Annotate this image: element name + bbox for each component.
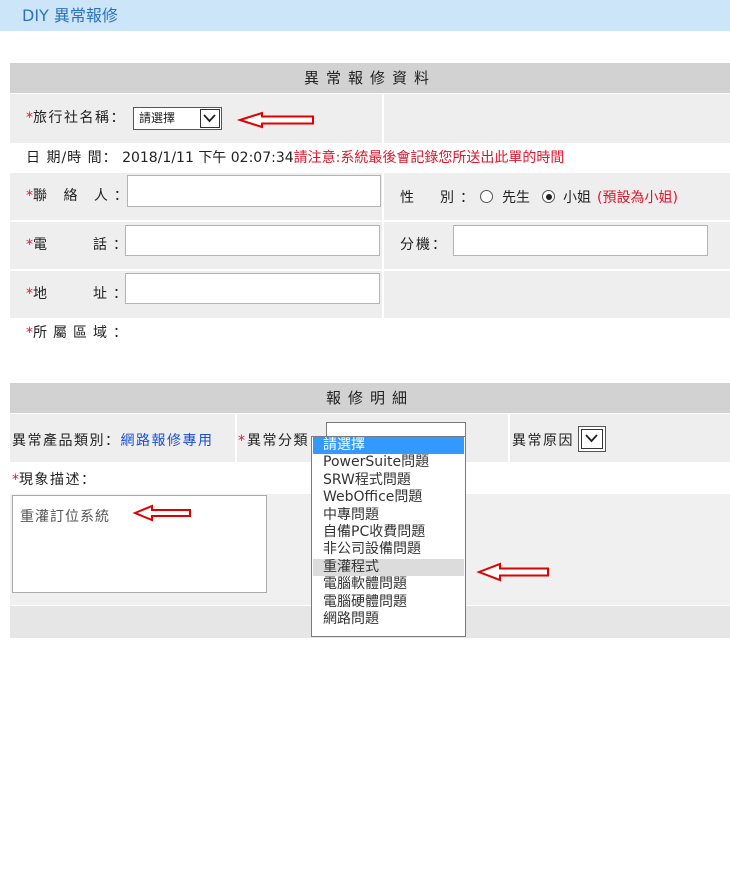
reason-select[interactable] [578, 426, 606, 452]
description-textarea[interactable]: 重灌訂位系統 [12, 495, 267, 593]
dropdown-option[interactable]: SRW程式問題 [313, 472, 464, 489]
dropdown-option[interactable]: WebOffice問題 [313, 489, 464, 506]
gender-default-note: (預設為小姐) [597, 189, 678, 206]
dropdown-option[interactable]: 電腦硬體問題 [313, 594, 464, 611]
required-mark: * [26, 325, 33, 341]
extension-label: 分機： [400, 237, 448, 253]
required-mark: * [12, 472, 19, 488]
agency-select-value: 請選擇 [139, 111, 176, 125]
dropdown-option[interactable]: 非公司設備問題 [313, 541, 464, 558]
page-title: DIY 異常報修 [22, 6, 118, 25]
datetime-notice: 請注意:系統最後會記錄您所送出此單的時間 [293, 150, 565, 166]
chevron-down-icon[interactable] [200, 109, 220, 128]
extension-input[interactable] [453, 225, 708, 256]
description-label: 現象描述： [19, 472, 97, 488]
agency-row-right-cell [384, 94, 730, 143]
category-select[interactable] [326, 422, 466, 437]
contact-label: 聯 絡 人： [33, 188, 134, 204]
chevron-down-icon[interactable] [581, 429, 603, 449]
gender-label: 性 別： [400, 189, 480, 206]
category-label: 異常分類 [247, 433, 309, 449]
contact-input[interactable] [127, 175, 381, 207]
dropdown-option[interactable]: 自備PC收費問題 [313, 524, 464, 541]
dropdown-option[interactable]: 中專問題 [313, 507, 464, 524]
section-header-basic-info: 異常報修資料 [10, 63, 730, 93]
address-label: 地 址： [33, 286, 133, 302]
datetime-value: 2018/1/11 下午 02:07:34 [122, 150, 294, 166]
required-mark: * [26, 237, 33, 253]
gender-radio-male[interactable] [480, 190, 493, 203]
product-type-line: 異常產品類別：網路報修專用 [12, 417, 214, 465]
title-bar: DIY 異常報修 [0, 0, 730, 31]
required-mark: * [26, 110, 33, 126]
agency-label: 旅行社名稱： [33, 110, 126, 126]
dropdown-option[interactable]: 網路問題 [313, 611, 464, 628]
phone-input[interactable] [125, 225, 380, 256]
product-type-label: 異常產品類別： [12, 433, 121, 449]
dropdown-option[interactable]: 請選擇 [313, 437, 464, 455]
address-row-right-cell [384, 271, 730, 318]
datetime-label: 日 期/時 間： [26, 150, 118, 166]
agency-select[interactable]: 請選擇 [133, 107, 222, 130]
phone-label: 電 話： [33, 237, 133, 253]
reason-label: 異常原因 [512, 433, 574, 449]
datetime-line: 日 期/時 間： 2018/1/11 下午 02:07:34請注意:系統最後會記… [26, 144, 564, 172]
required-mark: * [238, 433, 245, 449]
required-mark: * [26, 188, 33, 204]
product-type-value: 網路報修專用 [120, 433, 214, 449]
section-header-repair-detail: 報修明細 [10, 383, 730, 413]
required-mark: * [26, 286, 33, 302]
category-dropdown-list[interactable]: 請選擇 PowerSuite問題 SRW程式問題 WebOffice問題 中專問… [311, 436, 466, 637]
gender-option-female-label[interactable]: 小姐 [563, 187, 591, 207]
dropdown-option[interactable]: 重灌程式 [313, 558, 464, 577]
dropdown-option[interactable]: PowerSuite問題 [313, 454, 464, 471]
region-label: 所屬區域： [33, 325, 133, 341]
address-input[interactable] [125, 273, 380, 304]
gender-radio-female[interactable] [542, 190, 555, 203]
gender-option-male-label[interactable]: 先生 [502, 187, 530, 207]
dropdown-option[interactable]: 電腦軟體問題 [313, 576, 464, 593]
gender-group: 性 別： 先生 小姐 (預設為小姐) [400, 173, 678, 220]
